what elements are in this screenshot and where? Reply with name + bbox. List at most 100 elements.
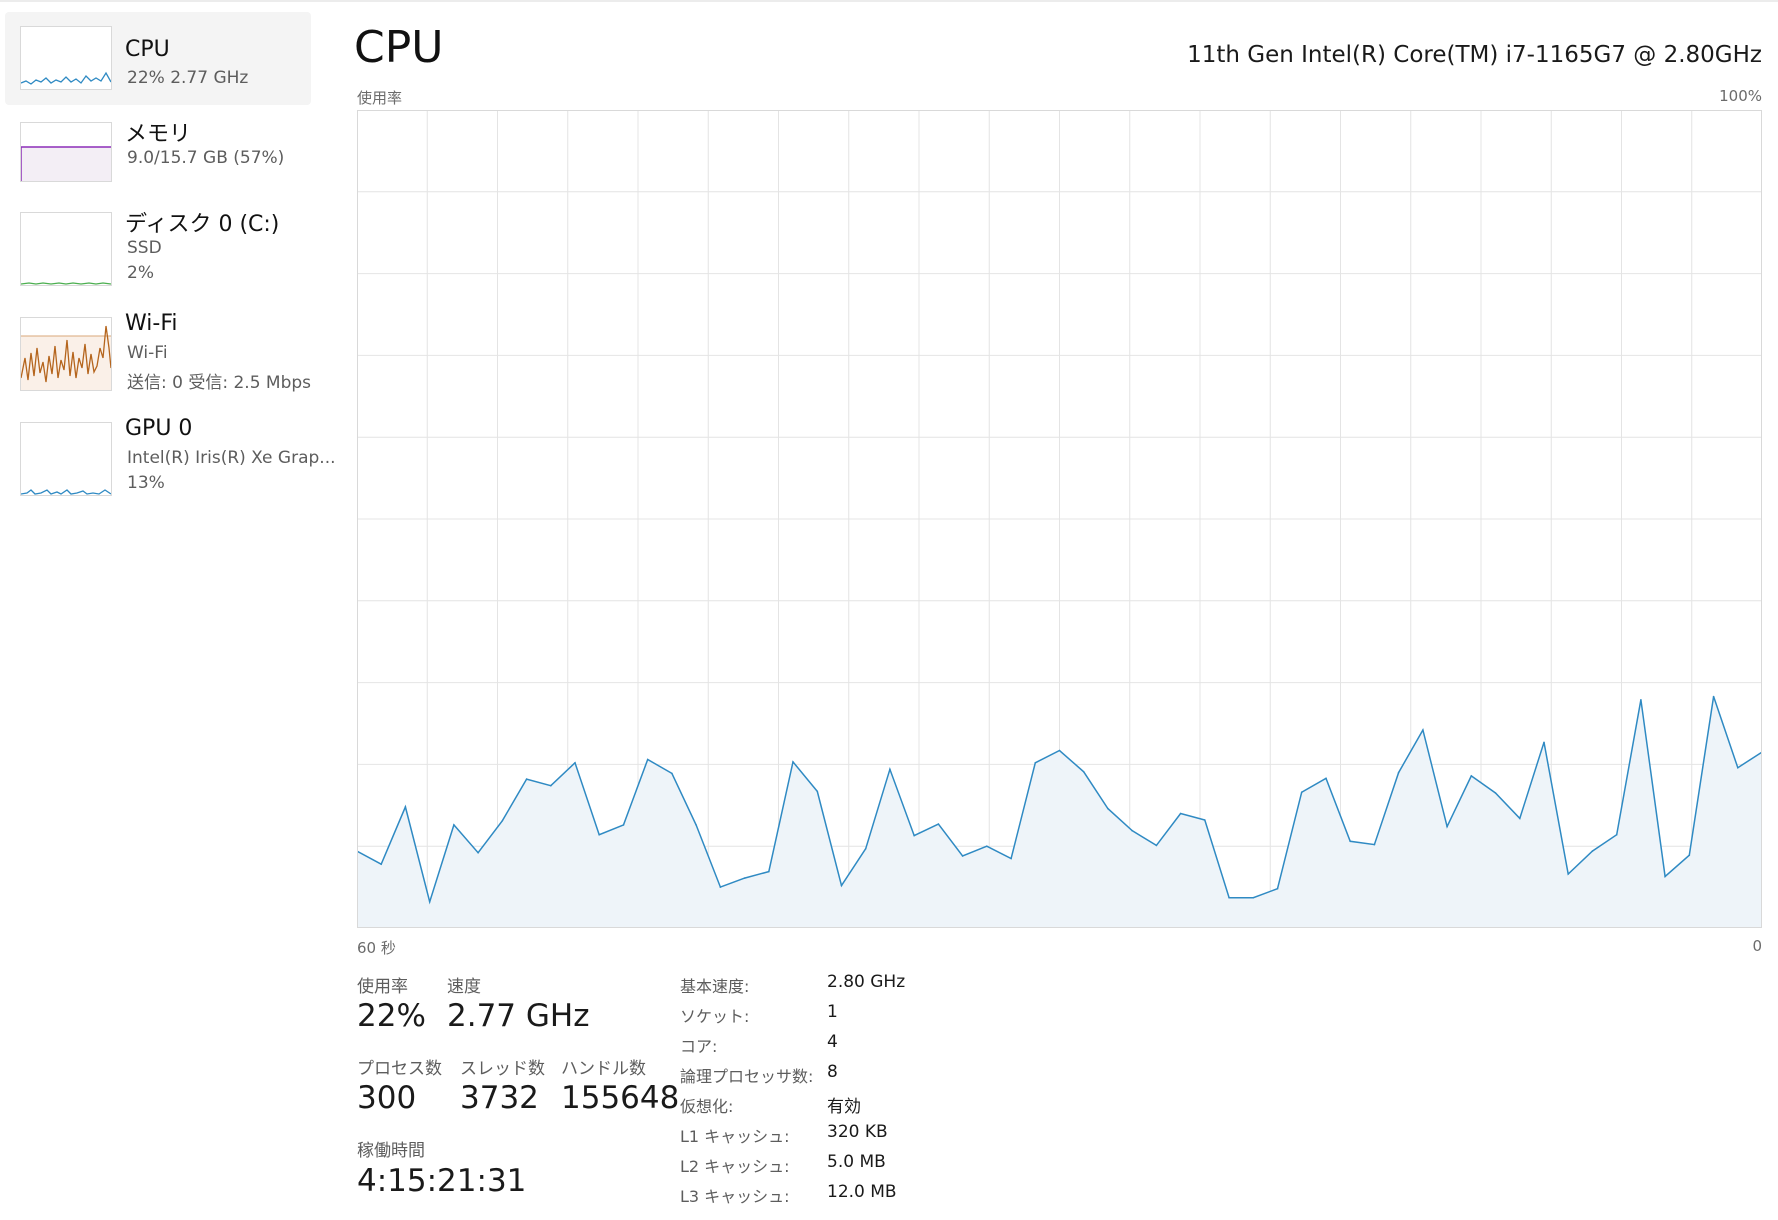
utilization-point	[428, 901, 431, 903]
graph-y-axis-label: 使用率	[357, 89, 403, 107]
utilization-point	[671, 772, 673, 775]
spec-l2-cache-label: L2 キャッシュ:	[680, 1157, 790, 1176]
utilization-point	[1373, 843, 1376, 846]
processes-value: 300	[357, 1080, 417, 1116]
utilization-point	[501, 820, 504, 822]
sidebar-item-disk[interactable]: ディスク 0 (C:) SSD 2%	[5, 200, 311, 292]
utilization-point	[695, 824, 697, 826]
utilization-point	[1640, 699, 1642, 701]
utilization-point	[1349, 840, 1351, 843]
spec-l1-cache-value: 320 KB	[827, 1122, 888, 1142]
utilization-point	[1519, 817, 1521, 820]
handles-value: 155648	[561, 1080, 680, 1116]
sidebar-item-gpu[interactable]: GPU 0 Intel(R) Iris(R) Xe Grap... 13%	[5, 410, 336, 502]
spec-cores-value: 4	[827, 1032, 838, 1052]
sidebar-item-label: GPU 0	[125, 416, 193, 441]
utilization-point	[1155, 844, 1158, 847]
sidebar-item-value: 送信: 0 受信: 2.5 Mbps	[127, 373, 312, 393]
utilization-point	[1422, 729, 1424, 731]
spec-l1-cache-label: L1 キャッシュ:	[680, 1127, 790, 1146]
utilization-point	[1204, 819, 1206, 821]
utilization-point	[816, 790, 819, 793]
graph-x-right-label: 0	[1752, 937, 1762, 955]
utilization-point	[1276, 887, 1279, 890]
uptime-label: 稼働時間	[357, 1141, 425, 1161]
spec-virtualization-value: 有効	[827, 1097, 861, 1117]
handles-label: ハンドル数	[561, 1059, 646, 1079]
utilization-point	[1446, 825, 1448, 828]
sidebar-item-wifi[interactable]: Wi-Fi Wi-Fi 送信: 0 受信: 2.5 Mbps	[5, 305, 311, 397]
spec-virtualization-label: 仮想化:	[680, 1097, 734, 1116]
spec-cores-label: コア:	[680, 1037, 718, 1056]
utilization-point	[404, 806, 407, 808]
sidebar-item-detail: Intel(R) Iris(R) Xe Grap...	[127, 448, 336, 468]
sidebar-item-value: 13%	[127, 473, 165, 493]
utilization-point	[1082, 771, 1085, 773]
utilization-point	[937, 823, 940, 825]
utilization-point	[1591, 850, 1594, 852]
utilization-point	[1252, 896, 1255, 899]
speed-value: 2.77 GHz	[447, 998, 590, 1034]
usage-label: 使用率	[357, 977, 408, 997]
disk-thumbnail-graph	[20, 212, 112, 286]
sidebar-item-memory[interactable]: メモリ 9.0/15.7 GB (57%)	[5, 108, 311, 198]
utilization-point	[1664, 875, 1666, 878]
sidebar-item-value: 2%	[127, 263, 154, 283]
spec-base-speed-label: 基本速度:	[680, 977, 750, 996]
utilization-point	[1615, 833, 1618, 836]
spec-l2-cache-value: 5.0 MB	[827, 1152, 886, 1172]
utilization-point	[792, 761, 794, 763]
spec-logical-processors-label: 論理プロセッサ数:	[680, 1067, 814, 1086]
utilization-point	[1179, 812, 1182, 815]
sidebar-item-label: Wi-Fi	[125, 311, 178, 336]
processor-name: 11th Gen Intel(R) Core(TM) i7-1165G7 @ 2…	[1187, 42, 1762, 68]
sidebar-item-cpu[interactable]: CPU 22% 2.77 GHz	[5, 12, 311, 105]
utilization-point	[598, 833, 600, 836]
sidebar-item-detail: Wi-Fi	[127, 343, 168, 363]
utilization-point	[961, 855, 964, 857]
utilization-point	[380, 863, 382, 865]
graph-y-max-label: 100%	[1719, 87, 1762, 105]
spec-base-speed-value: 2.80 GHz	[827, 972, 906, 992]
uptime-value: 4:15:21:31	[357, 1163, 527, 1199]
page-title: CPU	[354, 22, 444, 73]
utilization-point	[1228, 896, 1230, 899]
sidebar-item-label: ディスク 0 (C:)	[125, 212, 280, 237]
threads-value: 3732	[460, 1080, 539, 1116]
cpu-utilization-chart	[357, 110, 1762, 928]
utilization-point	[864, 847, 867, 850]
utilization-point	[1107, 807, 1109, 810]
utilization-point	[1058, 749, 1061, 752]
graph-x-left-label: 60 秒	[357, 939, 396, 957]
cpu-thumbnail-graph	[20, 26, 112, 90]
utilization-point	[743, 877, 746, 879]
wifi-thumbnail-graph	[20, 317, 112, 391]
spec-l3-cache-label: L3 キャッシュ:	[680, 1187, 790, 1206]
utilization-point	[1470, 775, 1473, 777]
sidebar-item-detail: SSD	[127, 238, 162, 258]
window-top-border	[0, 0, 1778, 2]
utilization-point	[1131, 829, 1133, 832]
utilization-point	[1688, 854, 1691, 856]
spec-sockets-label: ソケット:	[680, 1007, 750, 1026]
utilization-point	[622, 824, 625, 826]
utilization-point	[913, 834, 915, 837]
utilization-point	[768, 870, 770, 873]
utilization-point	[1567, 873, 1569, 875]
processes-label: プロセス数	[357, 1059, 442, 1079]
utilization-point	[1034, 762, 1037, 764]
utilization-point	[1397, 771, 1400, 774]
sidebar-item-detail: 22% 2.77 GHz	[127, 68, 249, 88]
utilization-point	[1543, 741, 1545, 744]
spec-l3-cache-value: 12.0 MB	[827, 1182, 897, 1202]
utilization-point	[574, 762, 576, 764]
utilization-point	[646, 758, 649, 761]
utilization-point	[453, 824, 455, 826]
spec-sockets-value: 1	[827, 1002, 838, 1022]
sidebar-item-label: CPU	[125, 37, 170, 62]
speed-label: 速度	[447, 977, 481, 997]
utilization-point	[1494, 792, 1497, 794]
utilization-point	[840, 884, 843, 887]
utilization-point	[1010, 857, 1012, 860]
gpu-thumbnail-graph	[20, 422, 112, 496]
